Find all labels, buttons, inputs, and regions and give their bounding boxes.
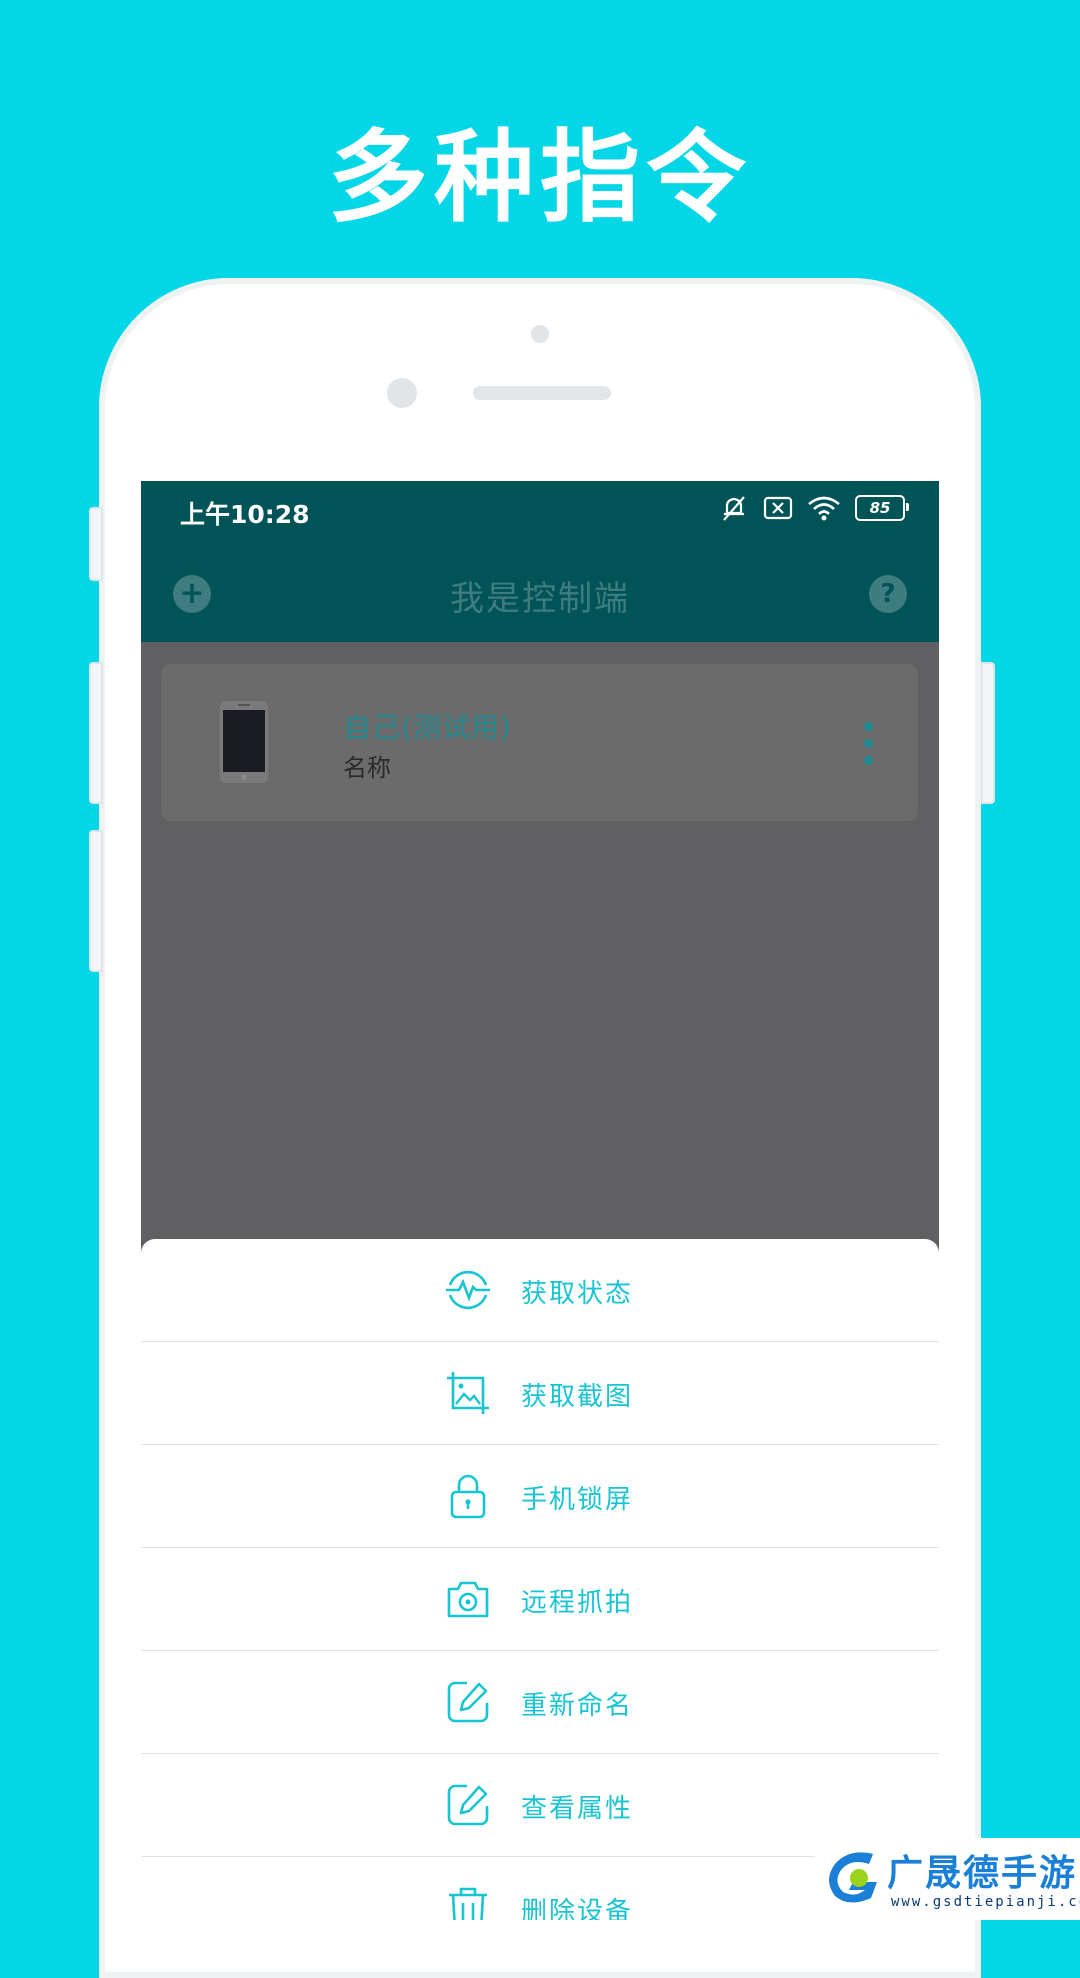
phone-speaker (473, 386, 611, 400)
headline: 多种指令 (328, 119, 752, 236)
menu-item-get-screenshot[interactable]: 获取截图 (141, 1342, 939, 1445)
phone-sensor (531, 325, 549, 343)
pulse-icon (446, 1270, 490, 1310)
lock-icon (450, 1474, 486, 1519)
menu-item-label: 远程抓拍 (521, 1588, 634, 1618)
edit-icon (447, 1681, 489, 1723)
menu-item-rename[interactable]: 重新命名 (141, 1651, 939, 1754)
watermark: 广晟德手游 www.gsdtiepianji.com (815, 1838, 1080, 1920)
menu-item-label: 查看属性 (521, 1794, 634, 1824)
menu-item-get-status[interactable]: 获取状态 (141, 1239, 939, 1342)
device-name: 自己(测试用) (343, 711, 512, 744)
device-card[interactable]: 自己(测试用) 名称 (161, 664, 918, 821)
battery-icon: 85 (855, 495, 909, 521)
menu-item-label: 重新命名 (521, 1691, 634, 1721)
phone-device-icon (220, 701, 268, 783)
wifi-icon (808, 496, 840, 521)
phone-front-camera (387, 378, 417, 408)
status-icons: 85 (719, 493, 909, 523)
menu-item-label: 删除设备 (521, 1897, 634, 1920)
trash-icon (449, 1887, 487, 1920)
menu-item-label: 手机锁屏 (521, 1485, 634, 1515)
status-time: 上午10:28 (180, 500, 310, 529)
device-subtitle: 名称 (343, 754, 391, 782)
watermark-brand: 广晟德手游 (887, 1853, 1078, 1894)
screenshot-icon (447, 1372, 489, 1414)
watermark-url: www.gsdtiepianji.com (891, 1894, 1080, 1910)
phone-side-button-volume-up (89, 662, 103, 804)
menu-item-label: 获取截图 (521, 1382, 634, 1412)
phone-screen: 上午10:28 85 + 我是控制端 ? 自己(测试用) 名称 获取状态 获取截… (141, 481, 939, 1920)
camera-icon (447, 1581, 489, 1618)
menu-item-lock-screen[interactable]: 手机锁屏 (141, 1445, 939, 1548)
menu-item-remote-capture[interactable]: 远程抓拍 (141, 1548, 939, 1651)
phone-side-button-power (981, 662, 995, 804)
menu-item-label: 获取状态 (521, 1279, 634, 1309)
edit-icon (447, 1784, 489, 1826)
phone-side-button-volume-down (89, 830, 103, 972)
app-title: 我是控制端 (450, 579, 630, 619)
bell-muted-icon (723, 496, 745, 521)
no-sim-icon (763, 496, 793, 520)
phone-side-button-mute (89, 507, 103, 581)
more-options-icon[interactable] (864, 722, 874, 773)
action-sheet: 获取状态 获取截图 手机锁屏 远程抓拍 重新命名 查看属性 删除设备 (141, 1239, 939, 1920)
battery-level: 85 (869, 499, 891, 517)
help-button[interactable]: ? (869, 575, 907, 613)
app-bar: + 我是控制端 ? (141, 543, 939, 642)
status-bar: 上午10:28 85 (141, 481, 939, 543)
watermark-logo-icon (829, 1852, 877, 1903)
